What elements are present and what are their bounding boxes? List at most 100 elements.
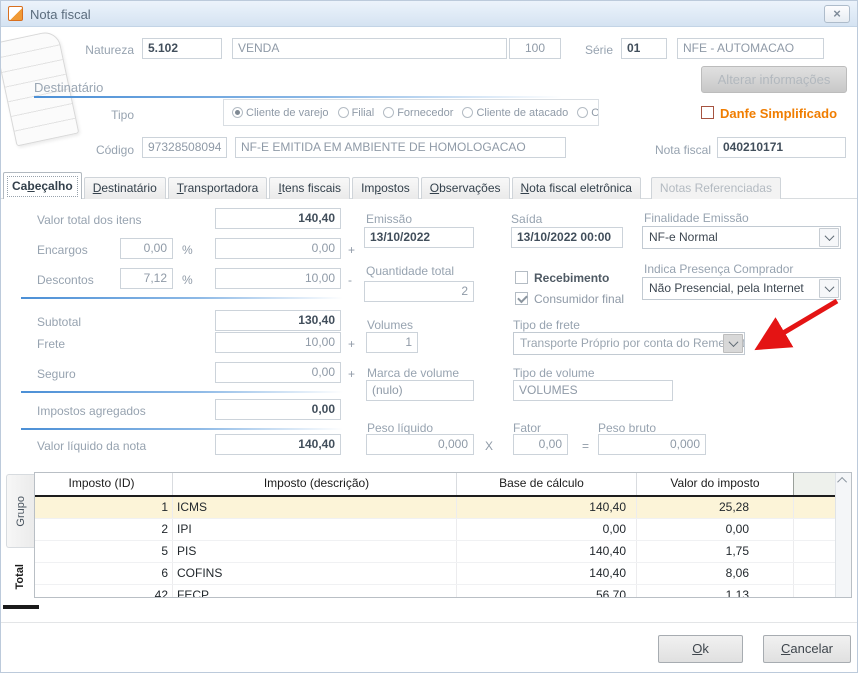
column-header-imposto-descricao[interactable]: Imposto (descrição) xyxy=(173,473,457,495)
natureza-num-field[interactable]: 100 xyxy=(509,38,561,59)
tab-observacoes[interactable]: Observações xyxy=(420,177,510,199)
table-header-row: Imposto (ID) Imposto (descrição) Base de… xyxy=(35,473,835,497)
radio-cliente-de-atacado[interactable]: Cliente de atacado xyxy=(462,107,568,119)
danfe-simplificado-checkbox[interactable] xyxy=(701,106,714,119)
close-button[interactable]: × xyxy=(824,5,850,23)
cell-base-calculo: 0,00 xyxy=(457,519,637,540)
tipo-radio-group: Cliente de varejo Filial Fornecedor Clie… xyxy=(223,99,599,126)
table-scrollbar[interactable] xyxy=(835,473,851,597)
tipo-frete-select[interactable]: Transporte Próprio por conta do Remetent… xyxy=(513,332,745,355)
encargos-label: Encargos xyxy=(37,243,88,257)
subtotal-field[interactable]: 130,40 xyxy=(215,310,341,331)
side-tab-total[interactable]: Total xyxy=(6,552,34,602)
saida-label: Saída xyxy=(511,212,543,226)
serie-label: Série xyxy=(584,43,613,57)
natureza-desc-field[interactable]: VENDA xyxy=(232,38,507,59)
cell-imposto-descricao: PIS xyxy=(173,541,457,562)
serie-code-field[interactable]: 01 xyxy=(621,38,667,59)
tab-nota-fiscal-eletronica[interactable]: Nota fiscal eletrônica xyxy=(511,177,641,199)
tab-transportadora[interactable]: Transportadora xyxy=(167,177,268,199)
tab-notas-referenciadas[interactable]: Notas Referenciadas xyxy=(650,177,781,199)
descontos-field[interactable]: 10,00 xyxy=(215,268,341,289)
consumidor-final-checkbox[interactable] xyxy=(515,292,528,305)
table-row[interactable]: 2 IPI 0,00 0,00 xyxy=(35,519,835,541)
table-row[interactable]: 5 PIS 140,40 1,75 xyxy=(35,541,835,563)
nota-fiscal-dialog: Nota fiscal × Natureza 5.102 VENDA 100 S… xyxy=(0,0,858,673)
peso-bruto-field[interactable]: 0,000 xyxy=(598,434,706,455)
column-header-imposto-id[interactable]: Imposto (ID) xyxy=(35,473,173,495)
descontos-percent-sign: % xyxy=(182,273,193,287)
valor-total-field[interactable]: 140,40 xyxy=(215,208,341,229)
destinatario-rule xyxy=(34,96,562,98)
finalidade-dropdown-button[interactable] xyxy=(819,228,839,247)
descontos-pct-field[interactable]: 7,12 xyxy=(120,268,173,289)
volumes-label: Volumes xyxy=(367,318,414,332)
recebimento-checkbox[interactable] xyxy=(515,271,528,284)
column-header-valor-imposto[interactable]: Valor do imposto xyxy=(637,473,794,495)
table-row[interactable]: 42 FECP 56,70 1,13 xyxy=(35,585,835,597)
column-header-base-calculo[interactable]: Base de cálculo xyxy=(457,473,637,495)
side-tab-grupo[interactable]: Grupo xyxy=(6,474,34,548)
scroll-up-button[interactable] xyxy=(836,473,851,488)
tipo-frete-value: Transporte Próprio por conta do Remetent… xyxy=(520,336,745,350)
codigo-desc-field[interactable]: NF-E EMITIDA EM AMBIENTE DE HOMOLOGACAO xyxy=(235,137,566,158)
tab-strip: Cabeçalho Destinatário Transportadora It… xyxy=(3,172,783,199)
encargos-percent-sign: % xyxy=(182,243,193,257)
chevron-down-icon xyxy=(824,231,834,242)
descontos-label: Descontos xyxy=(37,273,94,287)
peso-liquido-field[interactable]: 0,000 xyxy=(366,434,474,455)
quantidade-total-label: Quantidade total xyxy=(366,264,455,278)
indica-presenca-select[interactable]: Não Presencial, pela Internet xyxy=(642,277,841,300)
encargos-pct-field[interactable]: 0,00 xyxy=(120,238,173,259)
ok-button[interactable]: Ok xyxy=(658,635,743,663)
radio-filial[interactable]: Filial xyxy=(337,107,374,119)
radio-cliente-de-varejo[interactable]: Cliente de varejo xyxy=(232,107,329,119)
tab-cabecalho[interactable]: Cabeçalho xyxy=(3,172,82,199)
nota-fiscal-number-field[interactable]: 040210171 xyxy=(717,137,846,158)
cell-valor-imposto: 8,06 xyxy=(637,563,794,584)
impostos-agregados-label: Impostos agregados xyxy=(37,404,146,418)
cell-imposto-id: 2 xyxy=(35,519,173,540)
marca-volume-label: Marca de volume xyxy=(367,366,460,380)
tipo-frete-dropdown-button[interactable] xyxy=(723,334,743,353)
valor-liquido-label: Valor líquido da nota xyxy=(37,439,147,453)
codigo-field[interactable]: 97328508094 xyxy=(142,137,227,158)
tab-destinatario[interactable]: Destinatário xyxy=(83,177,166,199)
finalidade-emissao-select[interactable]: NF-e Normal xyxy=(642,226,841,249)
danfe-simplificado-label: Danfe Simplificado xyxy=(720,106,838,121)
consumidor-final-label: Consumidor final xyxy=(534,292,625,306)
tipo-volume-field[interactable]: VOLUMES xyxy=(513,380,673,401)
tab-impostos[interactable]: Impostos xyxy=(352,177,419,199)
tipo-volume-label: Tipo de volume xyxy=(513,366,595,380)
emissao-field[interactable]: 13/10/2022 xyxy=(364,227,474,248)
serie-desc-field[interactable]: NFE - AUTOMACAO xyxy=(677,38,824,59)
saida-field[interactable]: 13/10/2022 00:00 xyxy=(511,227,623,248)
chevron-up-icon xyxy=(837,476,848,487)
natureza-code-field[interactable]: 5.102 xyxy=(142,38,222,59)
encargos-field[interactable]: 0,00 xyxy=(215,238,341,259)
table-row[interactable]: 6 COFINS 140,40 8,06 xyxy=(35,563,835,585)
title-bar: Nota fiscal × xyxy=(1,1,857,27)
emissao-label: Emissão xyxy=(366,212,413,226)
tab-itens-fiscais[interactable]: Itens fiscais xyxy=(269,177,351,199)
quantidade-total-field[interactable]: 2 xyxy=(364,281,474,302)
radio-label: Fornecedor xyxy=(397,106,454,119)
valor-liquido-field[interactable]: 140,40 xyxy=(215,434,341,455)
presenca-dropdown-button[interactable] xyxy=(819,279,839,298)
fator-label: Fator xyxy=(513,421,542,435)
cancel-button[interactable]: Cancelar xyxy=(763,635,851,663)
finalidade-emissao-label: Finalidade Emissão xyxy=(644,211,749,225)
radio-outro[interactable]: Outro xyxy=(577,107,598,119)
indica-presenca-value: Não Presencial, pela Internet xyxy=(649,281,804,295)
seguro-field[interactable]: 0,00 xyxy=(215,362,341,383)
frete-field[interactable]: 10,00 xyxy=(215,332,341,353)
table-row[interactable]: 1 ICMS 140,40 25,28 xyxy=(35,497,835,519)
peso-liquido-label: Peso líquido xyxy=(367,421,434,435)
marca-volume-field[interactable]: (nulo) xyxy=(366,380,474,401)
volumes-field[interactable]: 1 xyxy=(366,332,418,353)
fator-field[interactable]: 0,00 xyxy=(513,434,568,455)
radio-fornecedor[interactable]: Fornecedor xyxy=(383,107,453,119)
cell-imposto-id: 6 xyxy=(35,563,173,584)
impostos-agregados-field[interactable]: 0,00 xyxy=(215,399,341,420)
alterar-informacoes-button[interactable]: Alterar informações xyxy=(701,66,847,93)
